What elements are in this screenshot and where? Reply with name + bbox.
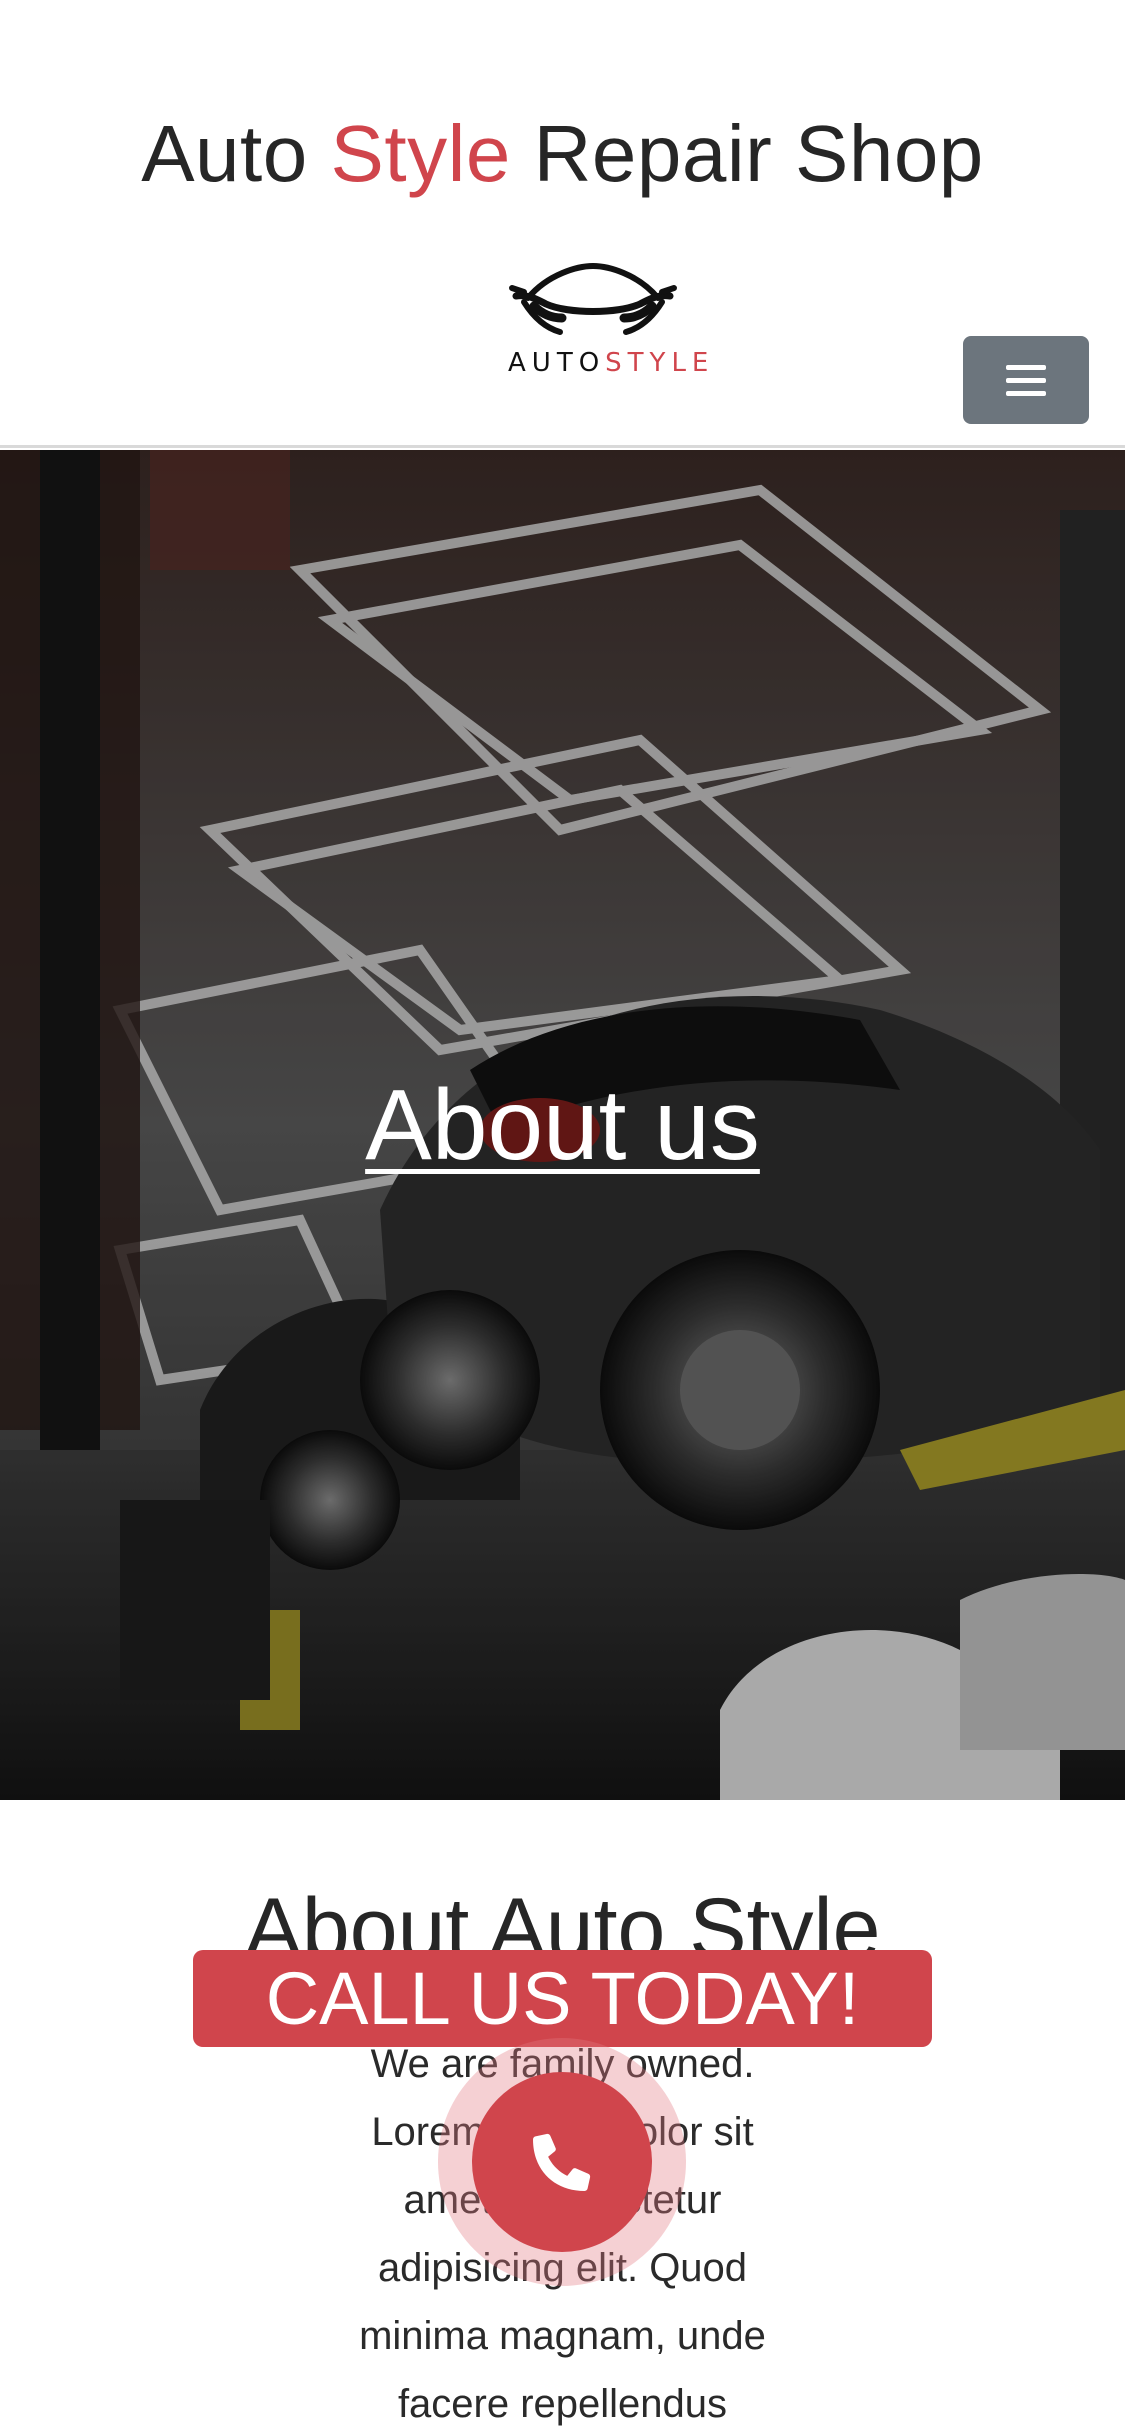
hamburger-icon-bar — [1006, 377, 1046, 383]
about-us-link[interactable]: About us — [365, 1069, 760, 1181]
autostyle-logo[interactable]: AUTOSTYLE — [508, 256, 708, 386]
call-us-banner[interactable]: CALL US TODAY! — [193, 1950, 932, 2047]
car-logo-icon — [509, 262, 677, 335]
hamburger-icon-bar — [1006, 364, 1046, 370]
logo-wordmark: AUTOSTYLE — [508, 348, 708, 378]
site-title-part2: Repair Shop — [510, 109, 984, 198]
logo-text-auto: AUTO — [508, 348, 606, 378]
page: Auto Style Repair Shop AUTOSTYLE About u… — [0, 0, 1125, 2436]
site-title-accent: Style — [330, 109, 511, 198]
site-header: Auto Style Repair Shop AUTOSTYLE — [0, 0, 1125, 448]
hamburger-icon-bar — [1006, 390, 1046, 396]
logo-text-style: STYLE — [605, 348, 715, 378]
hero-title: About us — [0, 1068, 1125, 1183]
call-phone-button[interactable] — [472, 2072, 652, 2252]
phone-icon — [533, 2133, 591, 2191]
menu-toggle-button[interactable] — [963, 336, 1089, 424]
site-title[interactable]: Auto Style Repair Shop — [0, 108, 1125, 200]
site-title-part1: Auto — [141, 109, 331, 198]
hero-banner: About us — [0, 450, 1125, 1800]
